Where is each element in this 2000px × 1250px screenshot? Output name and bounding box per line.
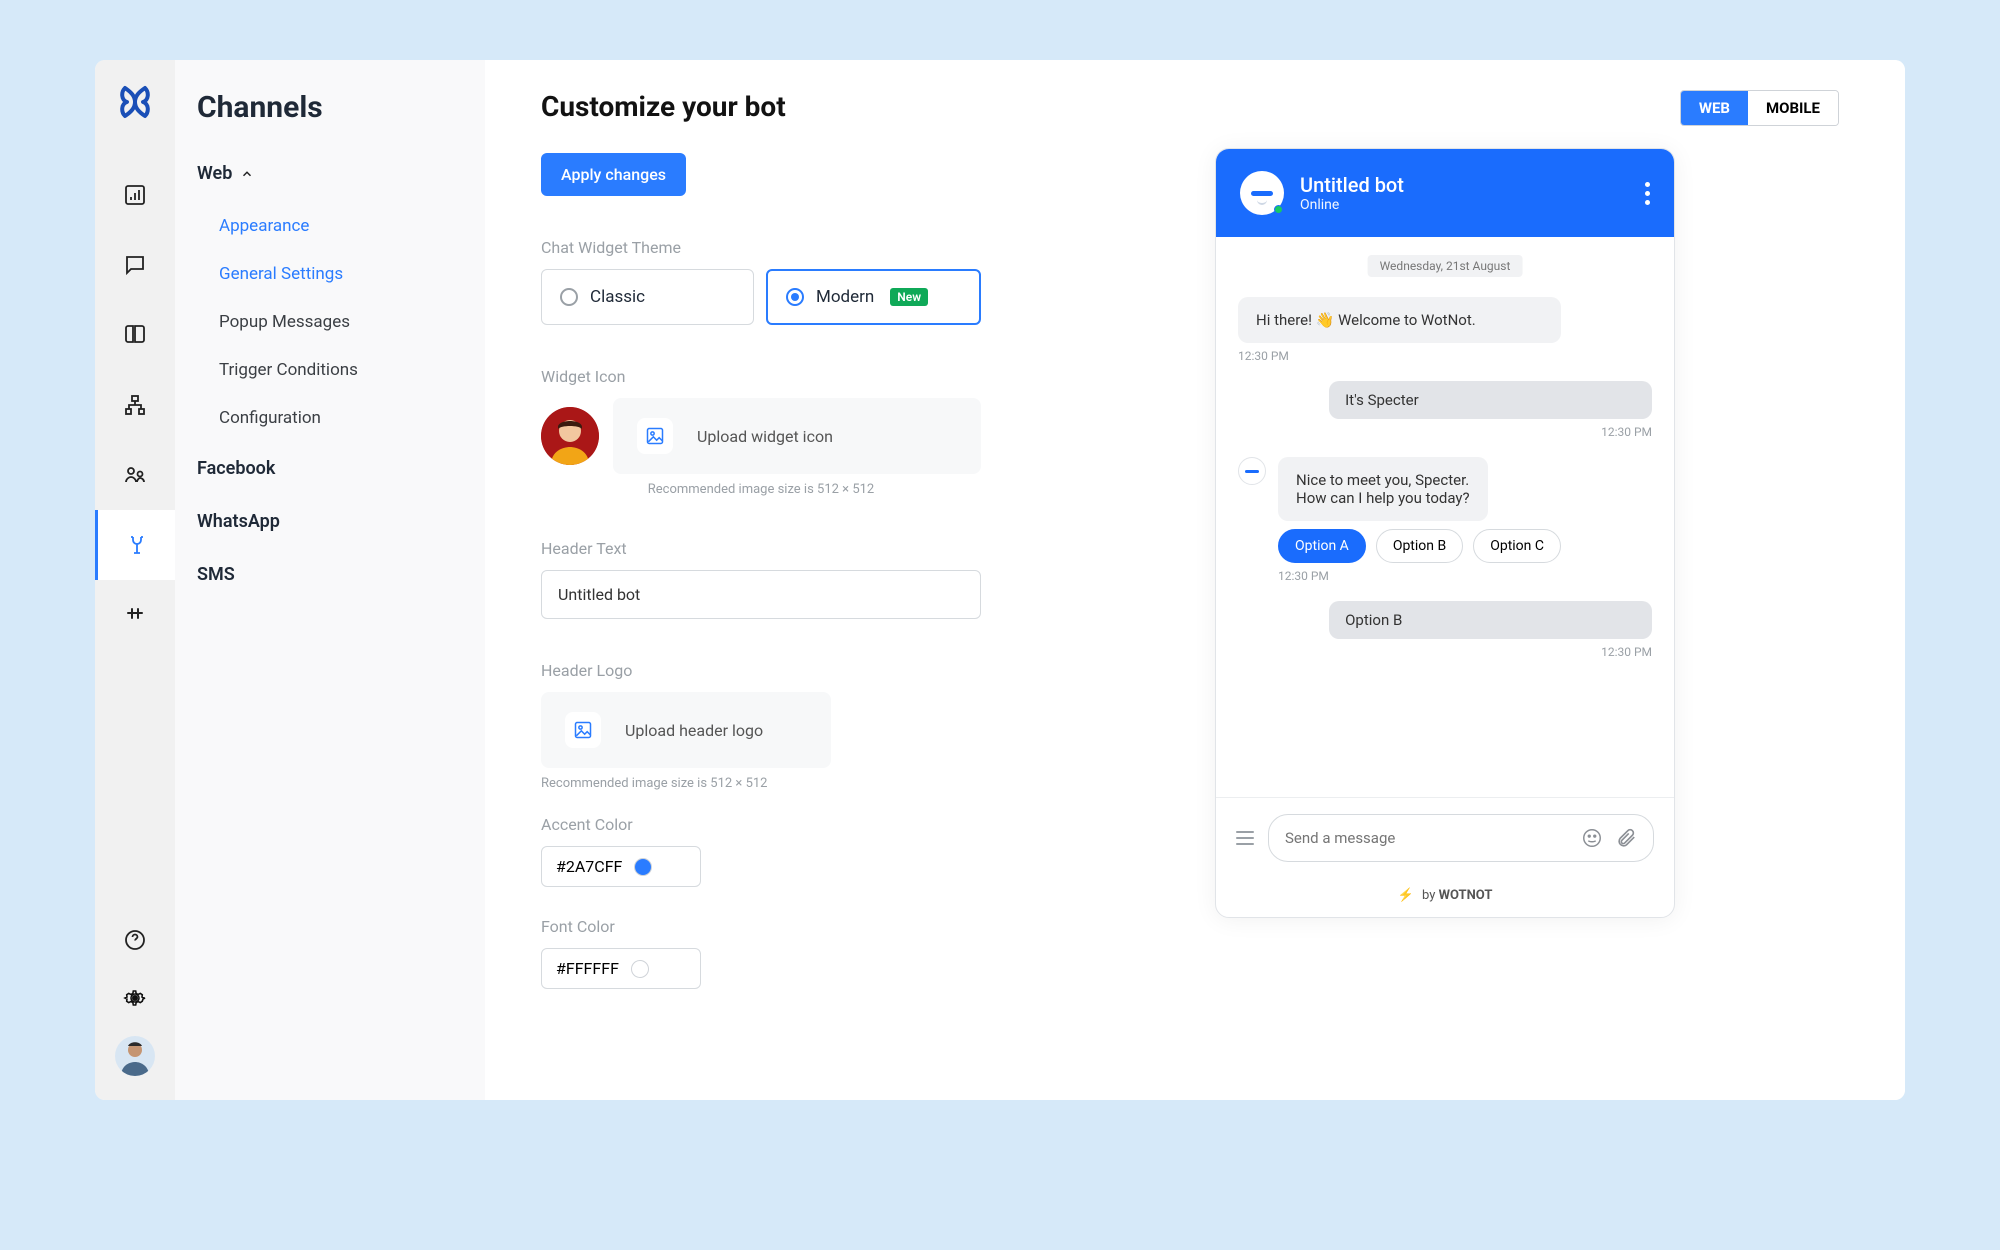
bot-title: Untitled bot [1300, 173, 1629, 197]
color-swatch [634, 858, 652, 876]
color-swatch [631, 960, 649, 978]
sidebar-channel-facebook[interactable]: Facebook [197, 442, 463, 495]
page-title: Customize your bot [541, 90, 981, 123]
timestamp: 12:30 PM [1278, 569, 1652, 583]
menu-icon[interactable] [1236, 831, 1254, 845]
widget-header: Untitled bot Online [1216, 149, 1674, 237]
nav-flows[interactable] [95, 370, 175, 440]
upload-widget-icon[interactable]: Upload widget icon [613, 398, 981, 474]
header-text-label: Header Text [541, 539, 981, 558]
nav-channels[interactable] [95, 510, 175, 580]
sidebar-item-popup-messages[interactable]: Popup Messages [197, 298, 463, 346]
image-icon [637, 418, 673, 454]
attachment-icon[interactable] [1615, 827, 1637, 849]
app-logo [115, 80, 155, 120]
nav-analytics[interactable] [95, 160, 175, 230]
bot-message: Hi there! 👋 Welcome to WotNot. [1238, 297, 1561, 343]
widget-icon-hint: Recommended image size is 512 × 512 [541, 482, 981, 497]
header-text-input[interactable] [541, 570, 981, 619]
quick-reply-option-c[interactable]: Option C [1473, 529, 1561, 563]
more-icon[interactable] [1645, 182, 1650, 205]
nav-team[interactable] [95, 440, 175, 510]
radio-icon [786, 288, 804, 306]
font-color-label: Font Color [541, 917, 981, 936]
sidebar-title: Channels [197, 90, 463, 125]
widget-footer: ⚡ by WOTNOT [1216, 878, 1674, 917]
theme-label: Chat Widget Theme [541, 238, 981, 257]
quick-reply-option-b[interactable]: Option B [1376, 529, 1463, 563]
widget-icon-preview [541, 407, 599, 465]
nav-chat[interactable] [95, 230, 175, 300]
nav-settings[interactable] [95, 978, 175, 1018]
bot-status: Online [1300, 197, 1629, 213]
nav-help[interactable] [95, 920, 175, 960]
header-logo-hint: Recommended image size is 512 × 512 [541, 776, 981, 791]
sidebar-item-trigger-conditions[interactable]: Trigger Conditions [197, 346, 463, 394]
message-input-wrapper [1268, 814, 1654, 862]
device-toggle: WEB MOBILE [1680, 90, 1839, 126]
user-message: Option B [1329, 601, 1652, 639]
bolt-icon: ⚡ [1398, 888, 1414, 903]
bot-avatar-small [1238, 457, 1266, 485]
user-avatar[interactable] [115, 1036, 155, 1076]
nav-docs[interactable] [95, 300, 175, 370]
sidebar-channel-whatsapp[interactable]: WhatsApp [197, 495, 463, 548]
new-badge: New [890, 288, 928, 306]
online-indicator [1274, 205, 1283, 214]
bot-avatar [1240, 171, 1284, 215]
bot-message: Nice to meet you, Specter. How can I hel… [1278, 457, 1488, 521]
user-message: It's Specter [1329, 381, 1652, 419]
upload-header-logo[interactable]: Upload header logo [541, 692, 831, 768]
chat-widget-preview: Untitled bot Online Wednesday, 21st Augu… [1215, 148, 1675, 918]
chevron-up-icon [240, 167, 254, 181]
nav-rail [95, 60, 175, 1100]
accent-color-input[interactable]: #2A7CFF [541, 846, 701, 887]
widget-icon-label: Widget Icon [541, 367, 981, 386]
accent-color-label: Accent Color [541, 815, 981, 834]
sidebar-item-general-settings[interactable]: General Settings [197, 250, 463, 298]
chat-date: Wednesday, 21st August [1368, 255, 1523, 277]
timestamp: 12:30 PM [1238, 349, 1652, 363]
channels-sidebar: Channels Web Appearance General Settings… [175, 60, 485, 1100]
apply-changes-button[interactable]: Apply changes [541, 153, 686, 196]
nav-integrations[interactable] [95, 580, 175, 650]
sidebar-item-appearance[interactable]: Appearance [197, 202, 463, 250]
timestamp: 12:30 PM [1238, 425, 1652, 439]
theme-option-modern[interactable]: Modern New [766, 269, 981, 325]
tab-mobile[interactable]: MOBILE [1748, 91, 1838, 125]
radio-icon [560, 288, 578, 306]
sidebar-item-configuration[interactable]: Configuration [197, 394, 463, 442]
font-color-input[interactable]: #FFFFFF [541, 948, 701, 989]
header-logo-label: Header Logo [541, 661, 981, 680]
quick-reply-option-a[interactable]: Option A [1278, 529, 1366, 563]
emoji-icon[interactable] [1581, 827, 1603, 849]
config-panel: Customize your bot Apply changes Chat Wi… [541, 90, 981, 1070]
sidebar-channel-sms[interactable]: SMS [197, 548, 463, 601]
timestamp: 12:30 PM [1238, 645, 1652, 659]
theme-option-classic[interactable]: Classic [541, 269, 754, 325]
tab-web[interactable]: WEB [1681, 91, 1748, 125]
image-icon [565, 712, 601, 748]
preview-panel: WEB MOBILE Untitled bot Online Wednesday… [1041, 90, 1849, 1070]
sidebar-section-web[interactable]: Web [197, 163, 463, 184]
message-input[interactable] [1285, 829, 1569, 847]
